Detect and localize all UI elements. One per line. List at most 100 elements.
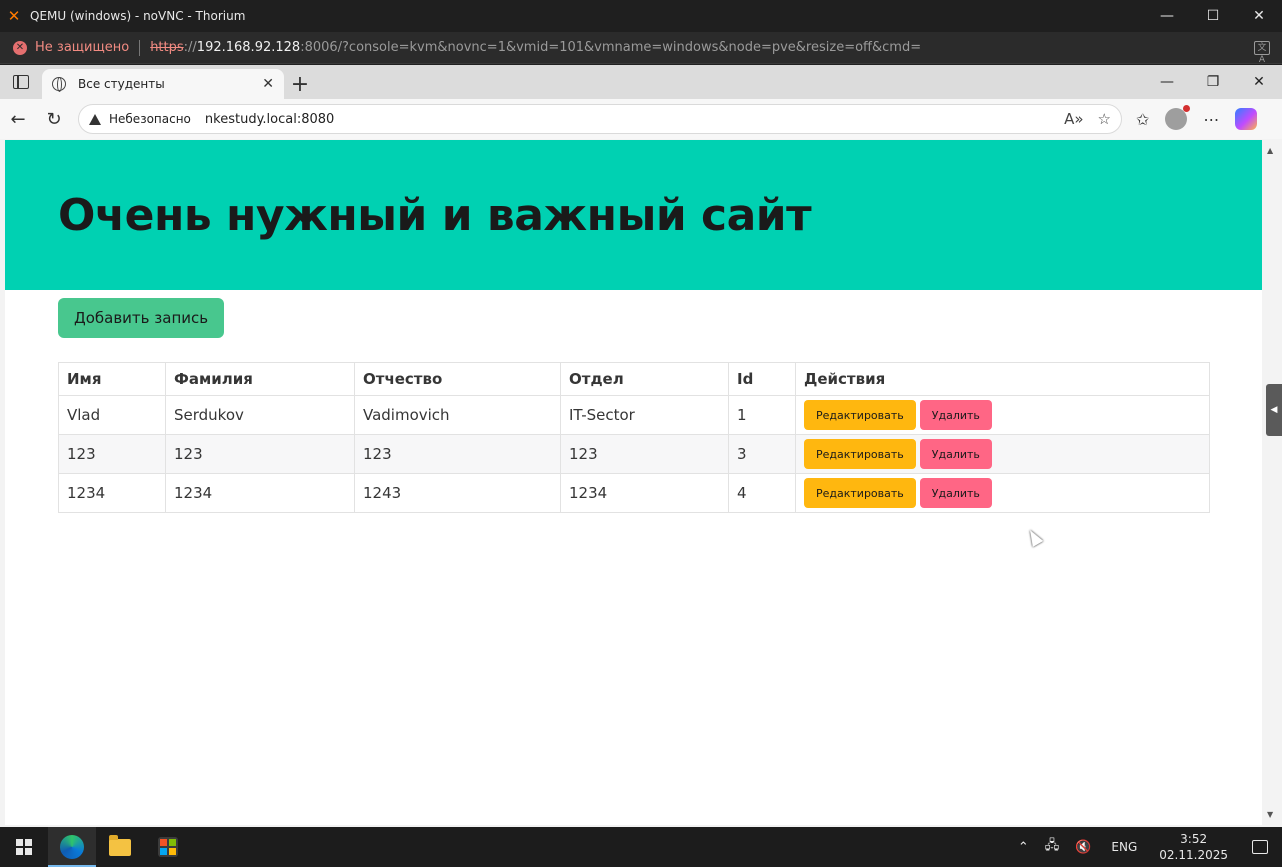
edit-button[interactable]: Редактировать bbox=[804, 478, 916, 508]
cell-id: 3 bbox=[728, 434, 796, 474]
globe-icon bbox=[52, 77, 66, 92]
cell-patronymic: 123 bbox=[354, 434, 561, 474]
cell-department: 1234 bbox=[560, 473, 729, 513]
start-button[interactable] bbox=[0, 827, 48, 867]
read-aloud-icon[interactable]: A» bbox=[1064, 110, 1083, 128]
warning-triangle-icon[interactable] bbox=[89, 113, 101, 125]
page-title: Очень нужный и важный сайт bbox=[58, 189, 812, 241]
outer-maximize-button[interactable]: ☐ bbox=[1190, 0, 1236, 32]
novnc-sidebar-handle[interactable]: ◀ bbox=[1266, 384, 1282, 436]
edge-restore-button[interactable]: ❐ bbox=[1190, 65, 1236, 99]
outer-address-bar[interactable]: ✕ Не защищено https://192.168.92.128:800… bbox=[0, 32, 1282, 65]
cell-actions: Редактировать Удалить bbox=[795, 395, 1210, 435]
outer-minimize-button[interactable]: — bbox=[1144, 0, 1190, 32]
cell-patronymic: Vadimovich bbox=[354, 395, 561, 435]
students-table: Имя Фамилия Отчество Отдел Id Действия V… bbox=[58, 362, 1210, 513]
cell-actions: Редактировать Удалить bbox=[795, 434, 1210, 474]
edit-button[interactable]: Редактировать bbox=[804, 439, 916, 469]
column-header-surname: Фамилия bbox=[165, 362, 355, 396]
edge-tab-bar: Все студенты ✕ + — ❐ ✕ bbox=[0, 65, 1282, 99]
delete-button[interactable]: Удалить bbox=[919, 439, 992, 469]
taskbar-edge[interactable] bbox=[48, 827, 96, 867]
tab-actions-button[interactable] bbox=[0, 65, 42, 99]
cell-patronymic: 1243 bbox=[354, 473, 561, 513]
row-actions: Редактировать Удалить bbox=[804, 478, 1201, 508]
cell-department: 123 bbox=[560, 434, 729, 474]
refresh-button[interactable]: ↻ bbox=[36, 101, 72, 137]
tab-all-students[interactable]: Все студенты ✕ bbox=[42, 69, 284, 99]
hero-banner: Очень нужный и важный сайт bbox=[5, 140, 1262, 290]
row-actions: Редактировать Удалить bbox=[804, 400, 1201, 430]
column-header-name: Имя bbox=[58, 362, 166, 396]
taskbar-store[interactable] bbox=[144, 827, 192, 867]
tab-close-icon[interactable]: ✕ bbox=[262, 76, 274, 92]
delete-button[interactable]: Удалить bbox=[919, 400, 992, 430]
edge-icon bbox=[60, 835, 84, 859]
not-secure-icon[interactable]: ✕ bbox=[13, 40, 27, 55]
chevron-up-icon[interactable]: ⌃ bbox=[1010, 840, 1037, 855]
profile-avatar-icon[interactable] bbox=[1165, 105, 1191, 130]
outer-close-button[interactable]: ✕ bbox=[1236, 0, 1282, 32]
table-row: Vlad Serdukov Vadimovich IT-Sector 1 Ред… bbox=[58, 395, 1210, 435]
notifications-button[interactable] bbox=[1238, 840, 1282, 854]
store-icon bbox=[158, 837, 178, 857]
address-separator bbox=[139, 39, 141, 56]
cell-surname: Serdukov bbox=[165, 395, 355, 435]
network-icon[interactable]: 🖧 bbox=[1037, 836, 1068, 858]
edge-close-button[interactable]: ✕ bbox=[1236, 65, 1282, 99]
edge-minimize-button[interactable]: — bbox=[1144, 65, 1190, 99]
windows-taskbar: ⌃ 🖧 🔇 ENG 3:52 02.11.2025 bbox=[0, 827, 1282, 867]
table-row: 123 123 123 123 3 Редактировать Удалить bbox=[58, 434, 1210, 474]
column-header-patronymic: Отчество bbox=[354, 362, 561, 396]
column-header-department: Отдел bbox=[560, 362, 729, 396]
chevron-left-icon: ◀ bbox=[1270, 405, 1278, 415]
notification-icon bbox=[1252, 840, 1268, 854]
outer-url-rest: :8006/?console=kvm&novnc=1&vmid=101&vmna… bbox=[300, 40, 922, 55]
scroll-down-arrow-icon[interactable]: ▼ bbox=[1267, 810, 1273, 819]
vm-screen[interactable]: Все студенты ✕ + — ❐ ✕ ← ↻ Небезопасно n… bbox=[0, 65, 1282, 827]
outer-window-controls: — ☐ ✕ bbox=[1144, 0, 1282, 32]
scroll-up-arrow-icon[interactable]: ▲ bbox=[1267, 146, 1273, 155]
cell-name: 123 bbox=[58, 434, 166, 474]
windows-logo-icon bbox=[16, 839, 32, 855]
table-header-row: Имя Фамилия Отчество Отдел Id Действия bbox=[58, 362, 1210, 396]
cell-id: 4 bbox=[728, 473, 796, 513]
folder-icon bbox=[109, 834, 131, 856]
page-scrollbar[interactable]: ▲ ▼ bbox=[1262, 140, 1282, 825]
copilot-icon[interactable] bbox=[1235, 108, 1258, 130]
cell-surname: 1234 bbox=[165, 473, 355, 513]
edit-button[interactable]: Редактировать bbox=[804, 400, 916, 430]
toolbar-right: ✩ ⋯ bbox=[1136, 105, 1258, 130]
delete-button[interactable]: Удалить bbox=[919, 478, 992, 508]
add-record-button[interactable]: Добавить запись bbox=[58, 298, 225, 338]
new-tab-button[interactable]: + bbox=[284, 69, 316, 99]
language-indicator[interactable]: ENG bbox=[1099, 840, 1149, 854]
favorites-icon[interactable]: ✩ bbox=[1136, 110, 1149, 129]
tab-title: Все студенты bbox=[78, 77, 165, 91]
clock[interactable]: 3:52 02.11.2025 bbox=[1149, 831, 1238, 863]
translate-icon[interactable]: 文A bbox=[1254, 40, 1270, 65]
outer-window-titlebar: ✕ QEMU (windows) - noVNC - Thorium — ☐ ✕ bbox=[0, 0, 1282, 32]
address-bar-icons: A» ☆ bbox=[1064, 110, 1111, 128]
favorite-star-icon[interactable]: ☆ bbox=[1098, 110, 1111, 128]
cell-name: 1234 bbox=[58, 473, 166, 513]
taskbar-file-explorer[interactable] bbox=[96, 827, 144, 867]
clock-time: 3:52 bbox=[1180, 832, 1208, 846]
row-actions: Редактировать Удалить bbox=[804, 439, 1201, 469]
cell-name: Vlad bbox=[58, 395, 166, 435]
edge-toolbar: ← ↻ Небезопасно nkestudy.local:8080 A» ☆… bbox=[0, 99, 1282, 139]
column-header-id: Id bbox=[728, 362, 796, 396]
back-button[interactable]: ← bbox=[0, 101, 36, 137]
system-tray: ⌃ 🖧 🔇 ENG 3:52 02.11.2025 bbox=[1010, 827, 1282, 867]
proxmox-icon: ✕ bbox=[7, 7, 21, 25]
clock-date: 02.11.2025 bbox=[1159, 848, 1228, 862]
outer-security-warning[interactable]: Не защищено bbox=[35, 40, 129, 55]
cell-actions: Редактировать Удалить bbox=[795, 473, 1210, 513]
volume-muted-icon[interactable]: 🔇 bbox=[1067, 840, 1099, 855]
address-url[interactable]: nkestudy.local:8080 bbox=[205, 112, 334, 127]
outer-url-scheme: https bbox=[150, 40, 184, 55]
security-label[interactable]: Небезопасно bbox=[109, 112, 191, 126]
address-bar[interactable]: Небезопасно nkestudy.local:8080 A» ☆ bbox=[78, 104, 1122, 134]
column-header-actions: Действия bbox=[795, 362, 1210, 396]
more-options-icon[interactable]: ⋯ bbox=[1203, 110, 1219, 129]
